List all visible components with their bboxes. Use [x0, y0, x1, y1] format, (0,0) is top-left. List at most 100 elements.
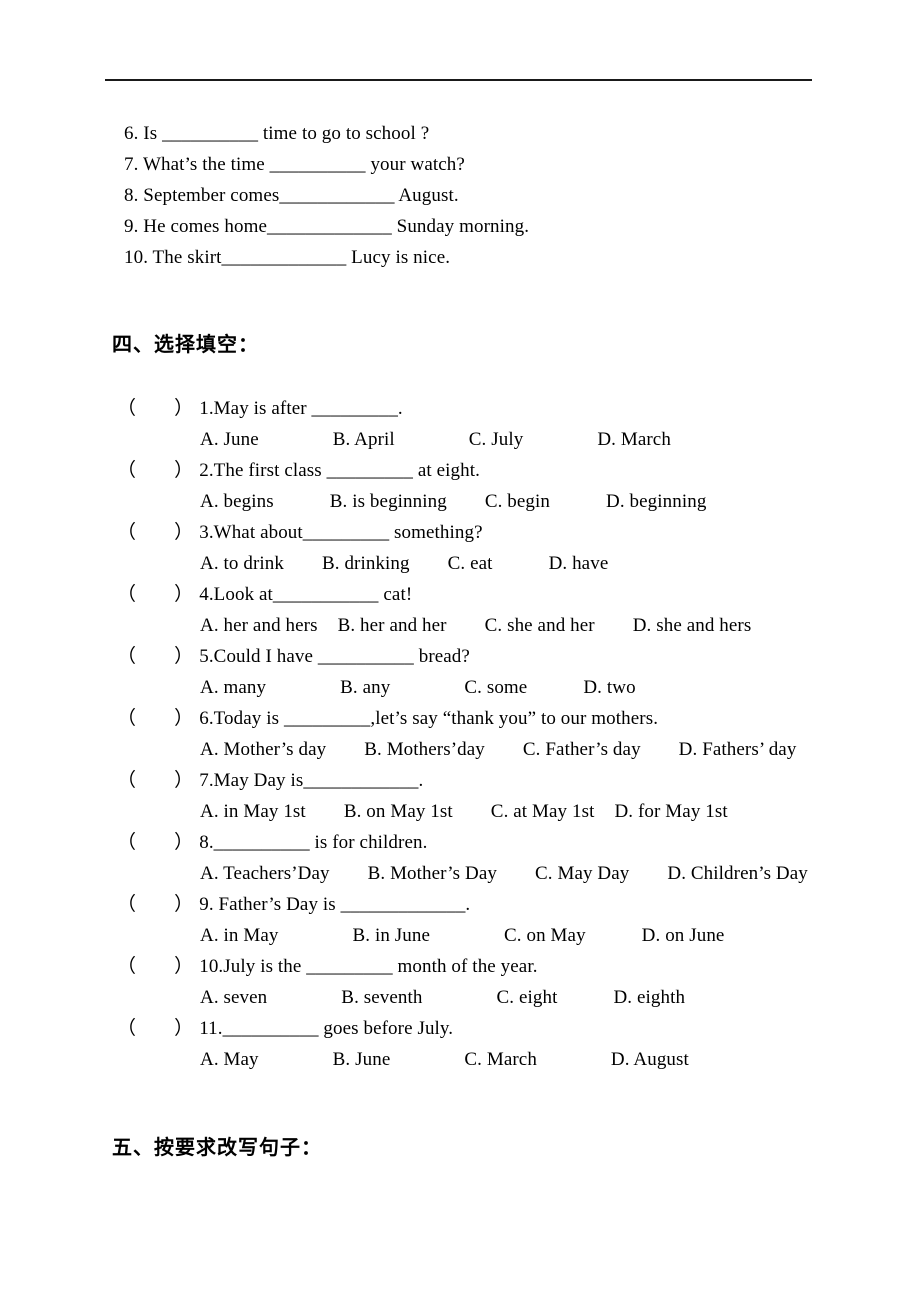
multiple-choice-item: （ ） 11.__________ goes before July. A. May B…: [0, 1013, 920, 1075]
mc-option[interactable]: B. her and her: [338, 610, 447, 641]
mc-option[interactable]: A. to drink: [200, 548, 284, 579]
mc-option[interactable]: C. eat: [448, 548, 493, 579]
mc-option[interactable]: D. have: [549, 548, 609, 579]
multiple-choice-list: （） 1.May is after _________. A. June B. Apr…: [0, 393, 920, 1075]
answer-box-close-paren: ）: [174, 770, 194, 791]
answer-box-close-paren: ）: [174, 894, 194, 915]
mc-option[interactable]: A. seven: [200, 982, 267, 1013]
fill-in-blank-item: 7. What’s the time __________ your watch…: [124, 154, 465, 175]
multiple-choice-item: （ ） 7.May Day is____________. A. in May 1st…: [0, 765, 920, 827]
mc-question-line: （ ） 11.__________ goes before July.: [0, 1013, 920, 1044]
answer-box-open-paren: （: [117, 956, 137, 977]
answer-box-close-paren: ）: [174, 832, 194, 853]
mc-options-line: A. seven B. seventh C. eight D. eighth: [0, 982, 920, 1013]
fill-in-blank-item: 9. He comes home_____________ Sunday mor…: [124, 216, 530, 237]
mc-option[interactable]: C. she and her: [485, 610, 595, 641]
mc-question-text: 8.__________ is for children.: [199, 832, 428, 853]
mc-option[interactable]: C. Father’s day: [523, 734, 641, 765]
mc-option[interactable]: C. July: [469, 424, 524, 455]
mc-option[interactable]: A. begins: [200, 486, 274, 517]
mc-option[interactable]: D. Children’s Day: [667, 858, 808, 889]
mc-option[interactable]: A. in May: [200, 920, 278, 951]
worksheet-page: 6. Is __________ time to go to school ? …: [0, 0, 920, 1302]
fill-in-blank-item: 8. September comes____________ August.: [124, 185, 459, 206]
multiple-choice-item: （ ） 1.May is after _________. A. June B. Apr…: [0, 393, 920, 455]
mc-option[interactable]: D. beginning: [606, 486, 706, 517]
mc-option[interactable]: A. her and hers: [200, 610, 318, 641]
answer-box-close-paren: ）: [174, 956, 194, 977]
mc-question-line: （ ） 2.The first class _________ at eight.: [0, 455, 920, 486]
mc-option[interactable]: C. on May: [504, 920, 586, 951]
mc-question-text: 11.__________ goes before July.: [199, 1018, 454, 1039]
mc-option[interactable]: C. eight: [497, 982, 558, 1013]
section-heading-five: 五、按要求改写句子：: [112, 1135, 322, 1159]
mc-option[interactable]: C. March: [464, 1044, 537, 1075]
mc-question-text: 1.May is after _________.: [199, 398, 403, 419]
header-divider: [105, 79, 812, 81]
mc-option[interactable]: D. March: [597, 424, 671, 455]
mc-option[interactable]: D. she and hers: [633, 610, 752, 641]
mc-options-line: A. in May 1st B. on May 1st C. at May 1st D…: [0, 796, 920, 827]
answer-box-close-paren: ）: [174, 460, 194, 481]
mc-option[interactable]: B. June: [333, 1044, 391, 1075]
mc-question-line: （ ） 10.July is the _________ month of the …: [0, 951, 920, 982]
mc-question-text: 2.The first class _________ at eight.: [199, 460, 480, 481]
mc-question-line: （ ） 1.May is after _________.: [0, 393, 920, 424]
multiple-choice-item: （ ） 4.Look at___________ cat! A. her and he…: [0, 579, 920, 641]
mc-option[interactable]: B. on May 1st: [344, 796, 453, 827]
mc-option[interactable]: A. Mother’s day: [200, 734, 326, 765]
mc-question-line: （ ） 5.Could I have __________ bread?: [0, 641, 920, 672]
mc-options-line: A. to drink B. drinking C. eat D. have: [0, 548, 920, 579]
mc-option[interactable]: C. May Day: [535, 858, 629, 889]
multiple-choice-item: （ ） 2.The first class _________ at eight. A…: [0, 455, 920, 517]
answer-box-open-paren: （: [117, 646, 137, 667]
mc-question-text: 9. Father’s Day is _____________.: [199, 894, 471, 915]
mc-option[interactable]: D. on June: [642, 920, 725, 951]
multiple-choice-item: （ ） 3.What about_________ something? A. to …: [0, 517, 920, 579]
answer-box-close-paren: ）: [174, 522, 194, 543]
mc-option[interactable]: A. many: [200, 672, 266, 703]
mc-question-text: 7.May Day is____________.: [199, 770, 424, 791]
mc-options-line: A. begins B. is beginning C. begin D. begin…: [0, 486, 920, 517]
mc-option[interactable]: D. August: [611, 1044, 689, 1075]
mc-question-line: （ ） 8.__________ is for children.: [0, 827, 920, 858]
mc-option[interactable]: B. any: [340, 672, 390, 703]
answer-box-open-paren: （: [117, 832, 137, 853]
mc-question-line: （ ） 6.Today is _________,let’s say “thank …: [0, 703, 920, 734]
mc-option[interactable]: A. Teachers’Day: [200, 858, 330, 889]
answer-box-open-paren: （: [117, 708, 137, 729]
mc-option[interactable]: A. May: [200, 1044, 259, 1075]
mc-option[interactable]: B. Mother’s Day: [368, 858, 497, 889]
answer-box-open-paren: （: [117, 522, 137, 543]
mc-options-line: A. May B. June C. March D. August: [0, 1044, 920, 1075]
mc-options-line: A. her and hers B. her and her C. she and …: [0, 610, 920, 641]
mc-option[interactable]: B. Mothers’day: [364, 734, 485, 765]
mc-option[interactable]: C. begin: [485, 486, 550, 517]
mc-question-text: 5.Could I have __________ bread?: [199, 646, 470, 667]
mc-option[interactable]: D. Fathers’ day: [679, 734, 797, 765]
fill-in-blank-list: 6. Is __________ time to go to school ? …: [124, 118, 884, 273]
mc-option[interactable]: B. drinking: [322, 548, 410, 579]
mc-option[interactable]: B. April: [333, 424, 395, 455]
mc-options-line: A. in May B. in June C. on May D. on June: [0, 920, 920, 951]
mc-option[interactable]: B. seventh: [341, 982, 422, 1013]
mc-question-text: 6.Today is _________,let’s say “thank yo…: [199, 708, 659, 729]
mc-question-line: （ ） 7.May Day is____________.: [0, 765, 920, 796]
mc-question-line: （ ） 9. Father’s Day is _____________.: [0, 889, 920, 920]
answer-box-close-paren: ）: [174, 646, 194, 667]
mc-option[interactable]: B. is beginning: [330, 486, 447, 517]
multiple-choice-item: （ ） 8.__________ is for children. A. Teache…: [0, 827, 920, 889]
multiple-choice-item: （ ） 6.Today is _________,let’s say “thank …: [0, 703, 920, 765]
mc-option[interactable]: D. for May 1st: [614, 796, 727, 827]
mc-options-line: A. Mother’s day B. Mothers’day C. Father’s…: [0, 734, 920, 765]
mc-option[interactable]: A. June: [200, 424, 259, 455]
mc-option[interactable]: A. in May 1st: [200, 796, 306, 827]
multiple-choice-item: （ ） 9. Father’s Day is _____________. A. in…: [0, 889, 920, 951]
mc-option[interactable]: C. some: [464, 672, 527, 703]
mc-question-text: 3.What about_________ something?: [199, 522, 483, 543]
mc-option[interactable]: C. at May 1st: [491, 796, 595, 827]
mc-option[interactable]: B. in June: [352, 920, 430, 951]
mc-option[interactable]: D. eighth: [613, 982, 685, 1013]
mc-option[interactable]: D. two: [583, 672, 635, 703]
answer-box-open-paren: （: [117, 770, 137, 791]
